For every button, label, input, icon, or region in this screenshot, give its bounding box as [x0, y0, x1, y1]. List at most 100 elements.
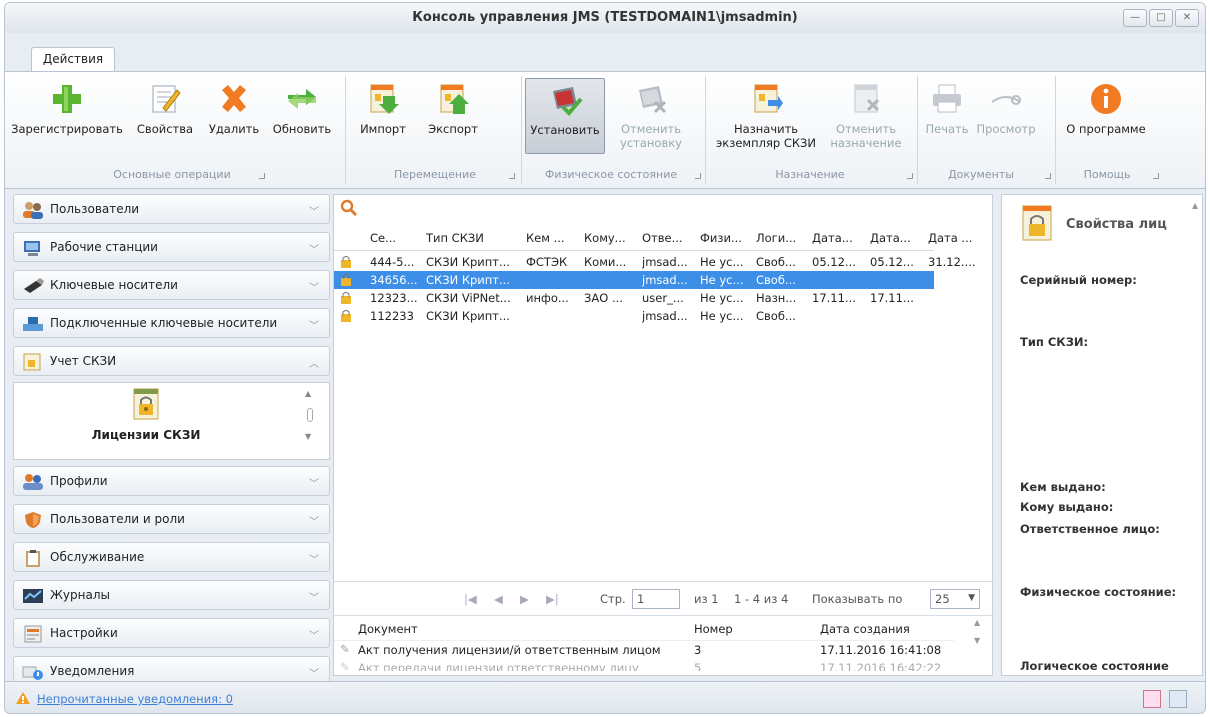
preview-label: Просмотр: [976, 122, 1036, 136]
first-page-icon[interactable]: |◀: [464, 592, 477, 606]
preview-button[interactable]: Просмотр: [975, 78, 1037, 154]
clipboard-icon: [26, 550, 40, 567]
col-issued-by[interactable]: Кем ...: [526, 231, 572, 245]
users-icon: [23, 202, 43, 219]
chevron-down-icon: ﹀: [309, 245, 319, 256]
cell: 31.12....: [928, 255, 976, 269]
window-title: Консоль управления JMS (TESTDOMAIN1\jmsa…: [412, 10, 798, 25]
nav-connected-media[interactable]: Подключенные ключевые носители ﹀: [13, 308, 330, 338]
prev-page-icon[interactable]: ◀: [494, 592, 503, 606]
nav-workstations[interactable]: Рабочие станции ﹀: [13, 232, 330, 262]
license-lock-icon: [133, 388, 159, 420]
cancel-assign-button[interactable]: Отменить назначение: [825, 78, 907, 154]
scrollbar[interactable]: ▲: [1192, 201, 1200, 671]
group-launcher-icon[interactable]: [509, 173, 515, 179]
table-row[interactable]: 444-5... СКЗИ Крипт... ФСТЭК Коми... jms…: [334, 253, 976, 271]
page-size-select[interactable]: 25 ▼: [930, 589, 980, 609]
scrollbar[interactable]: ▲ ▼: [974, 618, 984, 645]
nav-users-roles-label: Пользователи и роли: [50, 512, 185, 526]
status-bar: Непрочитанные уведомления: 0: [5, 681, 1205, 713]
search-icon[interactable]: [340, 199, 358, 217]
cancel-install-label-2: установку: [620, 136, 682, 150]
chevron-up-icon: ︿: [309, 359, 319, 370]
col-physical[interactable]: Физи...: [700, 231, 746, 245]
doc-col-number[interactable]: Номер: [694, 622, 733, 636]
unread-notifications-link[interactable]: Непрочитанные уведомления: 0: [37, 692, 233, 706]
next-page-icon[interactable]: ▶: [520, 592, 529, 606]
group-separator: [705, 76, 706, 184]
page-of: из 1: [694, 592, 719, 606]
install-button[interactable]: Установить: [525, 78, 605, 154]
col-issued-to[interactable]: Кому...: [584, 231, 630, 245]
navigation-panel: Пользователи ﹀ Рабочие станции ﹀ Ключевы…: [13, 194, 330, 686]
chevron-down-icon: ﹀: [309, 283, 319, 294]
table-row-selected[interactable]: 34656... СКЗИ Крипт... jmsad... Не ус...…: [334, 271, 934, 289]
group-label-main: Основные операции: [113, 168, 231, 181]
nav-settings[interactable]: Настройки ﹀: [13, 618, 330, 648]
group-label-move: Перемещение: [393, 168, 477, 181]
license-lock-icon: [1022, 205, 1052, 241]
import-button[interactable]: Импорт: [351, 78, 415, 154]
about-label: О программе: [1066, 122, 1146, 136]
group-launcher-icon[interactable]: [1153, 173, 1159, 179]
export-icon: [440, 84, 469, 114]
nav-journals[interactable]: Журналы ﹀: [13, 580, 330, 610]
register-button[interactable]: Зарегистрировать: [11, 78, 123, 154]
table-row[interactable]: 12323... СКЗИ ViPNet... инфо... ЗАО ... …: [334, 289, 934, 307]
col-date-1[interactable]: Дата...: [812, 231, 860, 245]
minimize-button[interactable]: —: [1123, 9, 1147, 27]
page-input[interactable]: 1: [632, 589, 680, 609]
last-page-icon[interactable]: ▶|: [546, 592, 559, 606]
nav-users-roles[interactable]: Пользователи и роли ﹀: [13, 504, 330, 534]
col-logical[interactable]: Логи...: [756, 231, 802, 245]
group-launcher-icon[interactable]: [1045, 173, 1051, 179]
col-date-2[interactable]: Дата...: [870, 231, 918, 245]
maximize-button[interactable]: □: [1149, 9, 1173, 27]
nav-skzi-accounting[interactable]: Учет СКЗИ ︿: [13, 346, 330, 376]
doc-col-document[interactable]: Документ: [358, 622, 418, 636]
print-label: Печать: [925, 122, 969, 136]
nav-key-media[interactable]: Ключевые носители ﹀: [13, 270, 330, 300]
col-serial[interactable]: Се...: [370, 231, 422, 245]
refresh-label: Обновить: [272, 122, 332, 136]
scrollbar[interactable]: ▲ ▼: [305, 389, 315, 449]
doc-col-date[interactable]: Дата создания: [820, 622, 910, 636]
skzi-licenses-item[interactable]: Лицензии СКЗИ: [86, 387, 206, 442]
cell: Не ус...: [700, 291, 744, 305]
delete-label: Удалить: [208, 122, 260, 136]
refresh-button[interactable]: Обновить: [267, 78, 337, 154]
group-label-help: Помощь: [1083, 168, 1131, 181]
col-type[interactable]: Тип СКЗИ: [426, 231, 512, 245]
group-launcher-icon[interactable]: [907, 173, 913, 179]
col-date-3[interactable]: Дата ...: [928, 231, 978, 245]
group-launcher-icon[interactable]: [259, 173, 265, 179]
group-launcher-icon[interactable]: [695, 173, 701, 179]
nav-profiles[interactable]: Профили ﹀: [13, 466, 330, 496]
edit-note-icon: [152, 85, 181, 113]
nav-users[interactable]: Пользователи ﹀: [13, 194, 330, 224]
page-size-label: Показывать по: [812, 592, 903, 606]
table-row[interactable]: 112233 СКЗИ Крипт... jmsad... Не ус... С…: [334, 307, 934, 325]
notification-icon: [22, 666, 43, 680]
properties-button[interactable]: Свойства: [129, 78, 201, 154]
cancel-install-button[interactable]: Отменить установку: [611, 78, 691, 154]
close-button[interactable]: ✕: [1175, 9, 1199, 27]
group-label-assign: Назначение: [775, 168, 845, 181]
doc-number: 5: [694, 661, 702, 671]
about-button[interactable]: О программе: [1061, 78, 1151, 154]
layout-columns-icon[interactable]: [1169, 690, 1187, 708]
assign-instance-button[interactable]: Назначить экземпляр СКЗИ: [711, 78, 821, 154]
col-responsible[interactable]: Отве...: [642, 231, 688, 245]
layout-rows-icon[interactable]: [1143, 690, 1161, 708]
skzi-licenses-label: Лицензии СКЗИ: [91, 428, 201, 442]
group-separator: [1055, 76, 1056, 184]
tab-actions[interactable]: Действия: [31, 47, 115, 72]
nav-service[interactable]: Обслуживание ﹀: [13, 542, 330, 572]
delete-button[interactable]: Удалить: [203, 78, 265, 154]
print-button[interactable]: Печать: [921, 78, 973, 154]
group-separator: [345, 76, 346, 184]
cell: ФСТЭК: [526, 255, 568, 269]
title-bar: Консоль управления JMS (TESTDOMAIN1\jmsa…: [5, 3, 1205, 33]
group-label-docs: Документы: [948, 168, 1014, 181]
export-button[interactable]: Экспорт: [421, 78, 485, 154]
